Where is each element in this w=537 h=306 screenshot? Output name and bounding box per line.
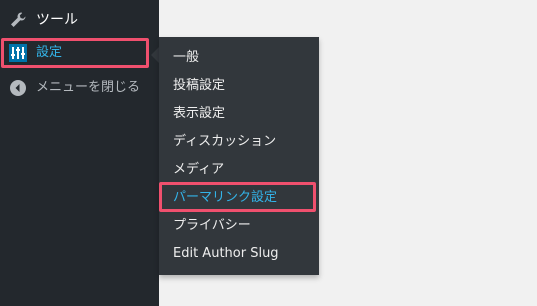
submenu-item-edit-author-slug[interactable]: Edit Author Slug: [173, 240, 279, 268]
collapse-menu-button[interactable]: メニューを閉じる: [0, 71, 159, 105]
submenu-item-discussion[interactable]: ディスカッション: [173, 128, 276, 156]
submenu-item-reading[interactable]: 表示設定: [173, 100, 225, 128]
submenu-item-general[interactable]: 一般: [173, 44, 199, 72]
sidebar-item-settings[interactable]: 設定: [4, 41, 146, 65]
submenu-item-media[interactable]: メディア: [173, 156, 224, 184]
submenu-item-writing[interactable]: 投稿設定: [173, 72, 225, 100]
submenu-pointer: [151, 47, 159, 63]
wrench-icon: [9, 11, 27, 29]
sidebar-item-label: 設定: [36, 45, 63, 60]
submenu-item-privacy[interactable]: プライバシー: [173, 212, 251, 240]
sidebar-item-label: ツール: [36, 12, 78, 28]
settings-submenu: 一般 投稿設定 表示設定 ディスカッション メディア パーマリンク設定 プライバ…: [159, 37, 319, 275]
collapse-arrow-icon: [9, 79, 27, 97]
sidebar-item-label: メニューを閉じる: [36, 80, 141, 95]
settings-sliders-icon: [9, 44, 27, 62]
permalink-highlight-box: [159, 182, 316, 212]
sidebar-item-tools[interactable]: ツール: [0, 3, 159, 37]
admin-sidebar: ツール 設定 メニューを閉じる: [0, 0, 159, 306]
